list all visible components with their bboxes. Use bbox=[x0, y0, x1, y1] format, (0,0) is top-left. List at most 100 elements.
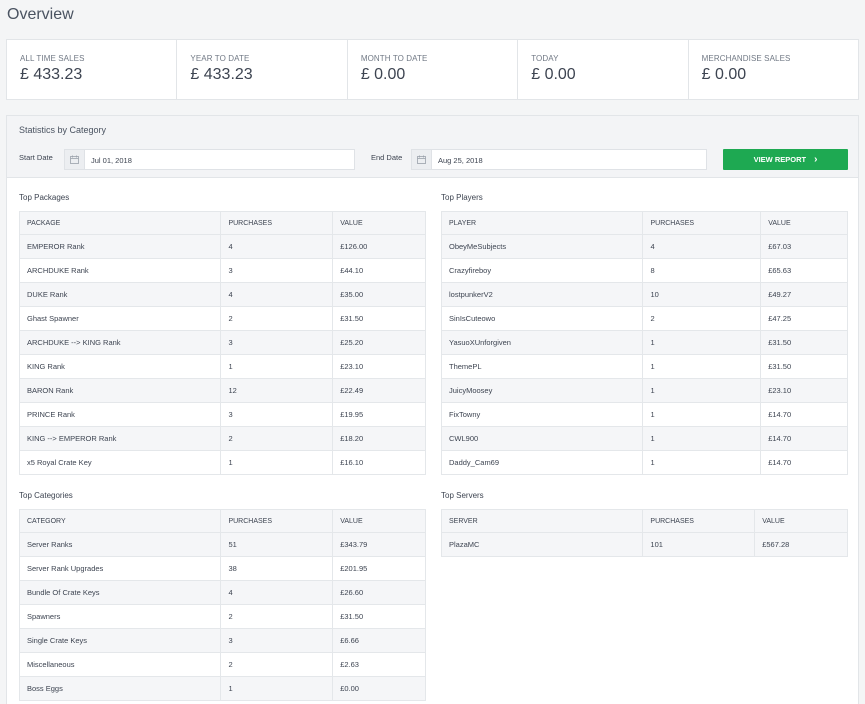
table-cell: £14.70 bbox=[760, 426, 848, 451]
table-cell: JuicyMoosey bbox=[440, 378, 644, 403]
column-header: PLAYER bbox=[440, 211, 644, 235]
table-cell: £18.20 bbox=[332, 426, 426, 451]
end-date-value: Aug 25, 2018 bbox=[438, 156, 483, 165]
table-cell: 2 bbox=[220, 426, 334, 451]
end-date-label: End Date bbox=[371, 153, 403, 162]
stat-value: £ 0.00 bbox=[360, 66, 406, 83]
table-cell: Spawners bbox=[18, 604, 222, 629]
table-cell: SinIsCuteowo bbox=[440, 306, 644, 331]
page-title: Overview bbox=[7, 6, 74, 23]
table-cell: 3 bbox=[220, 628, 334, 653]
table-header-row: PACKAGE PURCHASES VALUE bbox=[18, 211, 426, 235]
table-cell: £0.00 bbox=[332, 676, 426, 701]
table-cell: 4 bbox=[220, 234, 334, 259]
table-row: Single Crate Keys 3 £6.66 bbox=[18, 628, 426, 653]
table-cell: 1 bbox=[220, 676, 334, 701]
table-cell: 4 bbox=[220, 282, 334, 307]
table-cell: ThemePL bbox=[440, 354, 644, 379]
table-cell: £14.70 bbox=[760, 402, 848, 427]
table-cell: £25.20 bbox=[332, 330, 426, 355]
table-cell: £19.95 bbox=[332, 402, 426, 427]
top-categories-table: CATEGORY PURCHASES VALUE Server Ranks 51 £343… bbox=[18, 509, 426, 701]
table-cell: £22.49 bbox=[332, 378, 426, 403]
table-cell: ObeyMeSubjects bbox=[440, 234, 644, 259]
top-packages-title: Top Packages bbox=[19, 193, 70, 202]
table-cell: KING Rank bbox=[18, 354, 222, 379]
table-cell: £44.10 bbox=[332, 258, 426, 283]
stat-label: ALL TIME SALES bbox=[20, 54, 85, 63]
table-cell: £201.95 bbox=[332, 556, 426, 581]
table-cell: 3 bbox=[220, 402, 334, 427]
table-row: Boss Eggs 1 £0.00 bbox=[18, 676, 426, 701]
table-cell: Boss Eggs bbox=[18, 676, 222, 701]
table-cell: £567.28 bbox=[754, 532, 848, 557]
table-cell: 12 bbox=[220, 378, 334, 403]
table-header-row: CATEGORY PURCHASES VALUE bbox=[18, 509, 426, 533]
table-cell: 51 bbox=[220, 532, 334, 557]
stat-merchandise-sales: MERCHANDISE SALES £ 0.00 bbox=[689, 40, 858, 99]
table-cell: £65.63 bbox=[760, 258, 848, 283]
table-cell: BARON Rank bbox=[18, 378, 222, 403]
calendar-icon[interactable] bbox=[412, 150, 432, 169]
table-cell: ARCHDUKE Rank bbox=[18, 258, 222, 283]
table-cell: £31.50 bbox=[760, 354, 848, 379]
table-row: JuicyMoosey 1 £23.10 bbox=[440, 378, 848, 403]
table-row: KING --> EMPEROR Rank 2 £18.20 bbox=[18, 426, 426, 451]
table-cell: £126.00 bbox=[332, 234, 426, 259]
table-cell: £67.03 bbox=[760, 234, 848, 259]
table-cell: Miscellaneous bbox=[18, 652, 222, 677]
table-cell: 1 bbox=[642, 330, 762, 355]
table-row: Miscellaneous 2 £2.63 bbox=[18, 652, 426, 677]
column-header: VALUE bbox=[754, 509, 848, 533]
table-row: BARON Rank 12 £22.49 bbox=[18, 378, 426, 403]
table-cell: ARCHDUKE --> KING Rank bbox=[18, 330, 222, 355]
view-report-button[interactable]: VIEW REPORT › bbox=[723, 149, 848, 170]
table-cell: 1 bbox=[220, 450, 334, 475]
stat-today: TODAY £ 0.00 bbox=[518, 40, 689, 99]
table-cell: £343.79 bbox=[332, 532, 426, 557]
card-title: Statistics by Category bbox=[19, 125, 107, 135]
table-cell: PRINCE Rank bbox=[18, 402, 222, 427]
stat-year-to-date: YEAR TO DATE £ 433.23 bbox=[177, 40, 348, 99]
table-cell: 101 bbox=[642, 532, 756, 557]
stat-value: £ 433.23 bbox=[190, 66, 253, 83]
stats-bar: ALL TIME SALES £ 433.23 YEAR TO DATE £ 4… bbox=[6, 39, 859, 100]
end-date-input[interactable]: Aug 25, 2018 bbox=[411, 149, 707, 170]
stat-value: £ 0.00 bbox=[531, 66, 576, 83]
column-header: CATEGORY bbox=[18, 509, 222, 533]
filter-bar: Statistics by Category Start Date Jul 01… bbox=[7, 116, 858, 178]
table-cell: Single Crate Keys bbox=[18, 628, 222, 653]
table-cell: 3 bbox=[220, 258, 334, 283]
table-cell: £23.10 bbox=[760, 378, 848, 403]
table-cell: PlazaMC bbox=[440, 532, 644, 557]
column-header: PURCHASES bbox=[642, 211, 762, 235]
table-cell: 4 bbox=[642, 234, 762, 259]
table-cell: £16.10 bbox=[332, 450, 426, 475]
table-cell: £31.50 bbox=[332, 306, 426, 331]
table-row: FixTowny 1 £14.70 bbox=[440, 402, 848, 427]
table-row: ARCHDUKE Rank 3 £44.10 bbox=[18, 258, 426, 283]
table-cell: YasuoXUnforgiven bbox=[440, 330, 644, 355]
table-cell: £49.27 bbox=[760, 282, 848, 307]
table-row: YasuoXUnforgiven 1 £31.50 bbox=[440, 330, 848, 355]
table-cell: £14.70 bbox=[760, 450, 848, 475]
table-cell: Daddy_Cam69 bbox=[440, 450, 644, 475]
chevron-right-icon: › bbox=[814, 154, 818, 165]
table-cell: Crazyfireboy bbox=[440, 258, 644, 283]
table-row: PlazaMC 101 £567.28 bbox=[440, 532, 848, 557]
table-cell: Server Ranks bbox=[18, 532, 222, 557]
table-cell: 2 bbox=[220, 652, 334, 677]
start-date-input[interactable]: Jul 01, 2018 bbox=[64, 149, 355, 170]
calendar-icon[interactable] bbox=[65, 150, 85, 169]
stat-label: MONTH TO DATE bbox=[360, 54, 428, 63]
start-date-value: Jul 01, 2018 bbox=[91, 156, 132, 165]
table-cell: KING --> EMPEROR Rank bbox=[18, 426, 222, 451]
top-packages-table: PACKAGE PURCHASES VALUE EMPEROR Rank 4 £126.0… bbox=[18, 211, 426, 475]
column-header: PURCHASES bbox=[220, 211, 334, 235]
table-cell: 2 bbox=[642, 306, 762, 331]
top-servers-table: SERVER PURCHASES VALUE PlazaMC 101 £567.28 bbox=[440, 509, 848, 557]
table-row: x5 Royal Crate Key 1 £16.10 bbox=[18, 450, 426, 475]
table-row: EMPEROR Rank 4 £126.00 bbox=[18, 234, 426, 259]
table-row: DUKE Rank 4 £35.00 bbox=[18, 282, 426, 307]
table-row: lostpunkerV2 10 £49.27 bbox=[440, 282, 848, 307]
